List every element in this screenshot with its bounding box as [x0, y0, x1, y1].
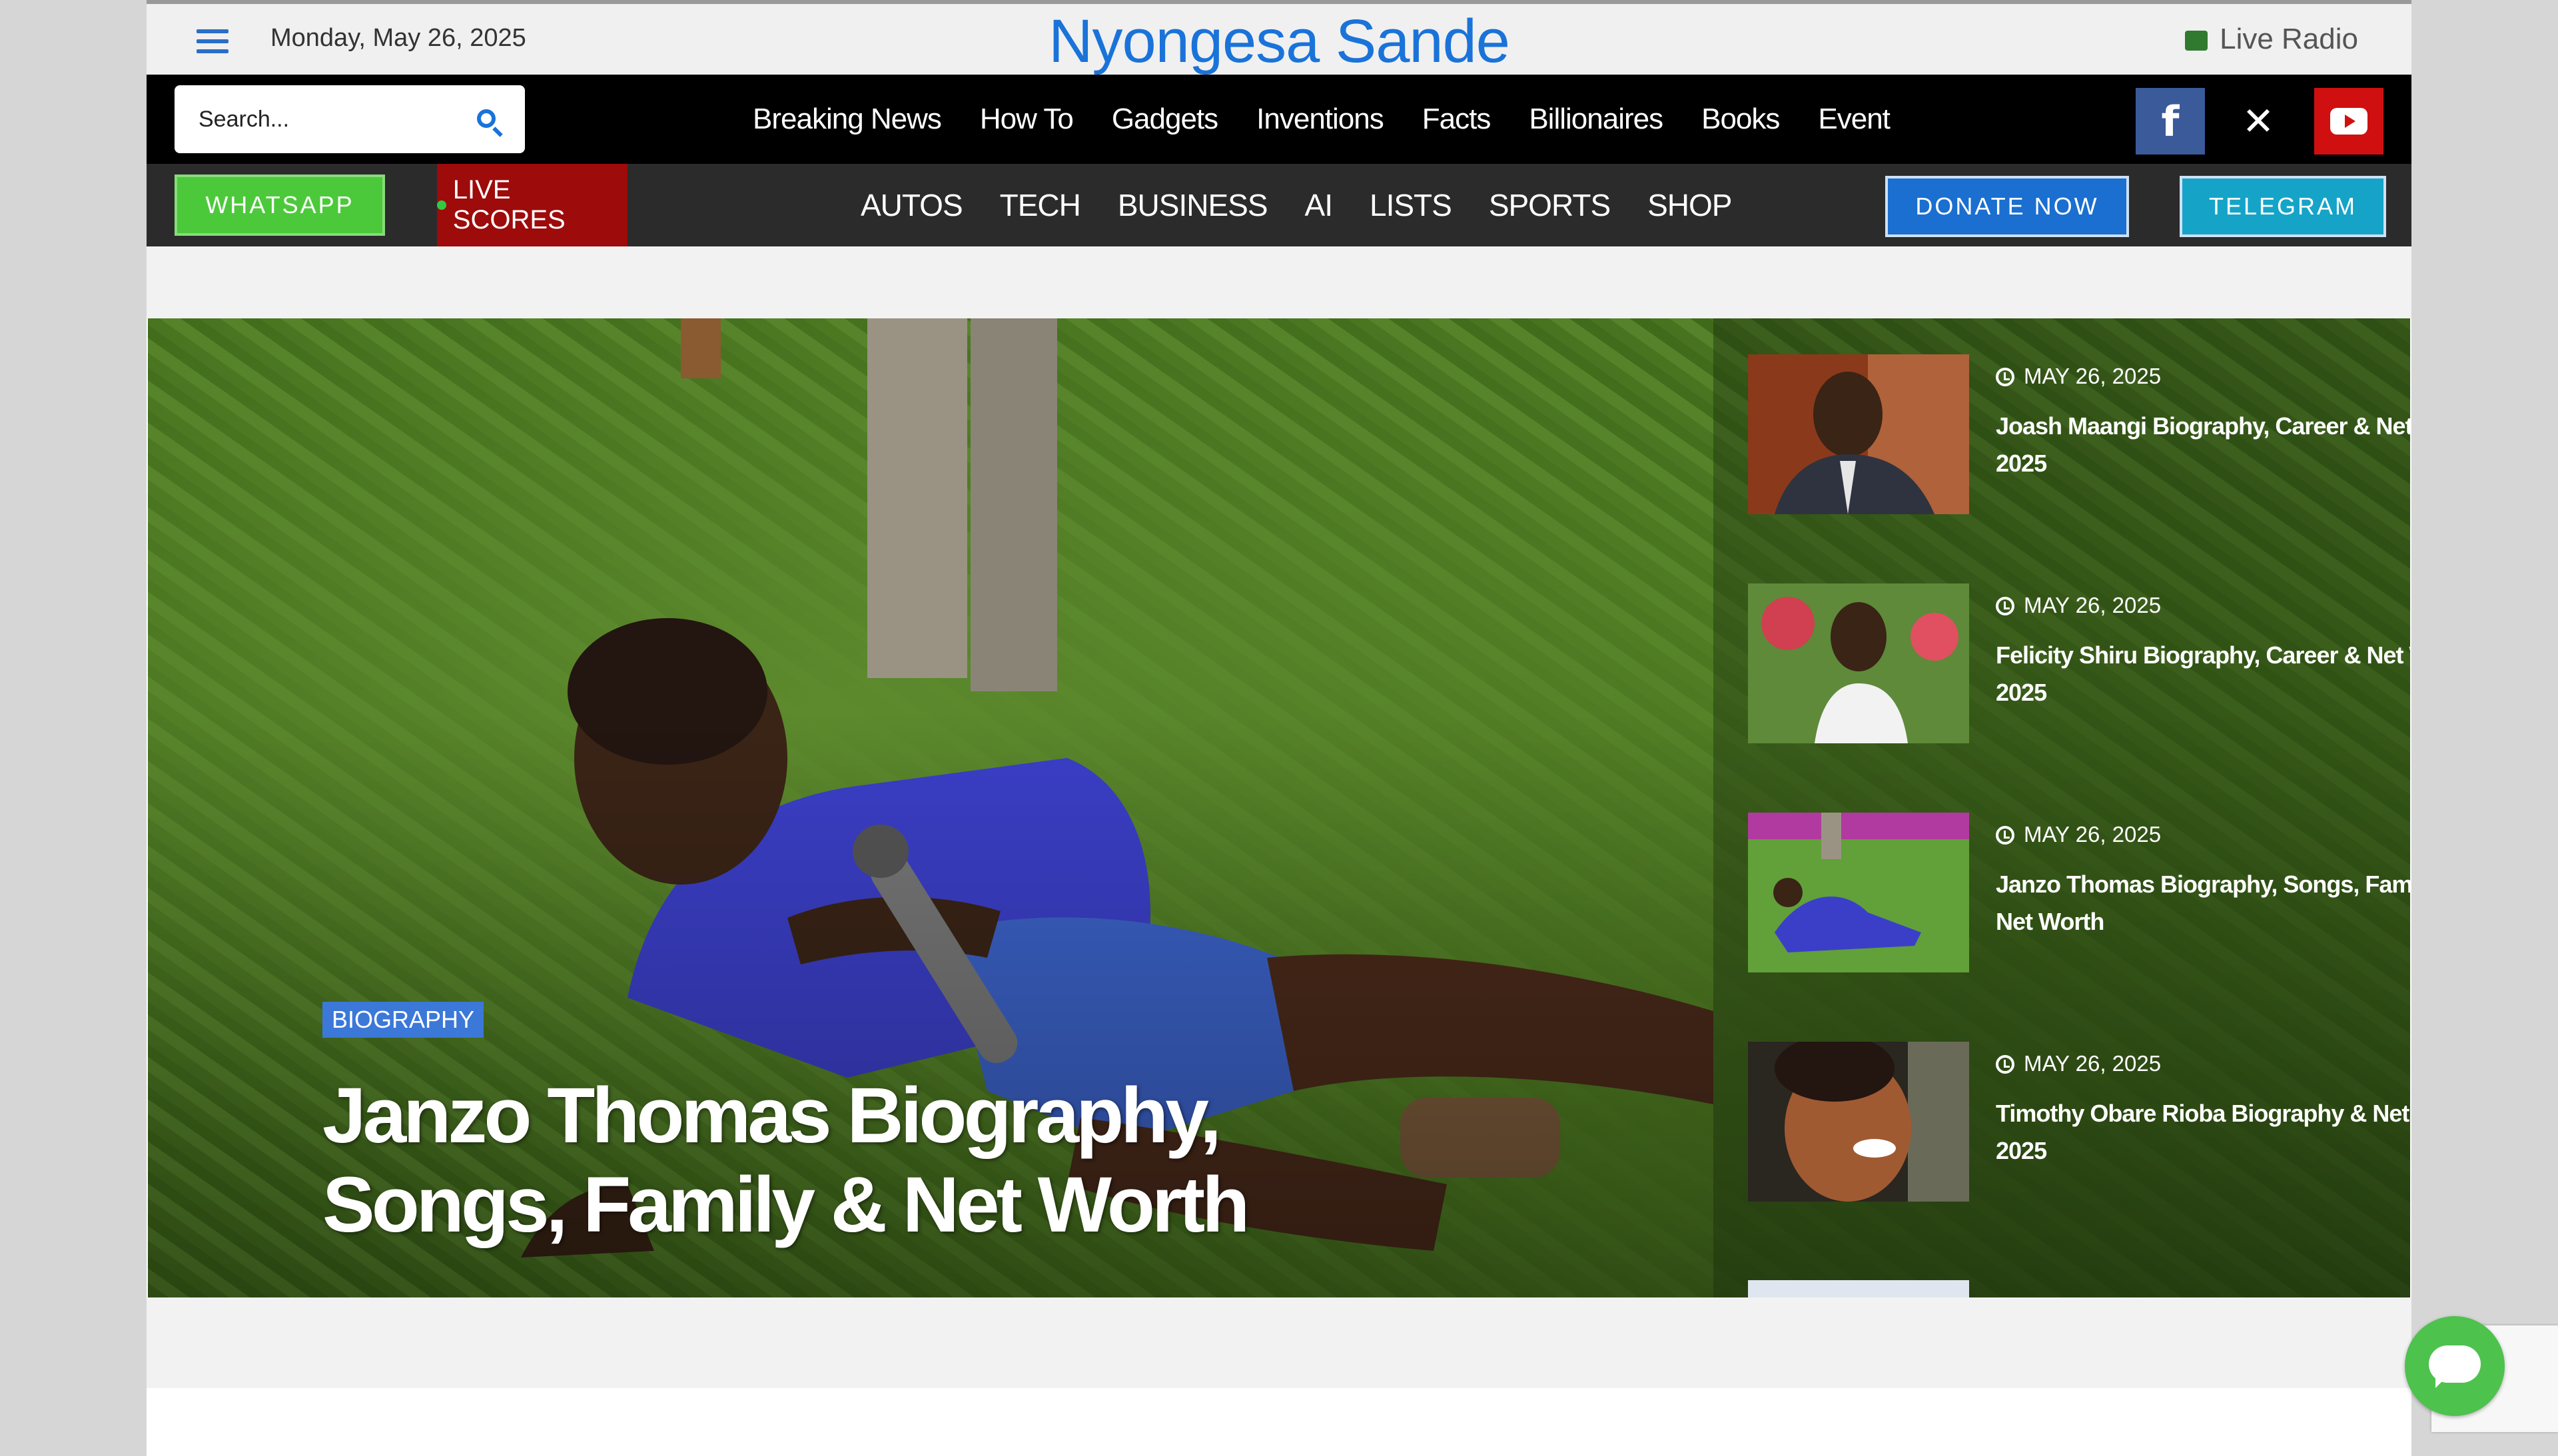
post-title[interactable]: Felicity Shiru Biography, Career & Net W…	[1996, 637, 2410, 711]
post-date: MAY 26, 2025	[1996, 364, 2161, 389]
x-icon[interactable]: ✕	[2224, 88, 2293, 155]
search-box	[175, 85, 525, 153]
nav-link-inventions[interactable]: Inventions	[1256, 103, 1384, 136]
search-icon[interactable]	[477, 109, 496, 128]
content-strip	[147, 1297, 2411, 1388]
nav-link-lists[interactable]: LISTS	[1370, 187, 1452, 223]
clock-icon	[1996, 368, 2014, 386]
nav-link-books[interactable]: Books	[1701, 103, 1780, 136]
hero-featured-post[interactable]: BIOGRAPHY Janzo Thomas Biography, Songs,…	[148, 318, 2410, 1297]
live-radio-label: Live Radio	[2220, 23, 2358, 55]
telegram-button[interactable]: TELEGRAM	[2180, 176, 2386, 237]
sidebar-post[interactable]: MAY 26, 2025 Janzo Thomas Biography, Son…	[1748, 813, 2410, 972]
post-thumbnail	[1748, 354, 1969, 514]
nav-link-autos[interactable]: AUTOS	[861, 187, 963, 223]
hero-title[interactable]: Janzo Thomas Biography, Songs, Family & …	[322, 1071, 1322, 1250]
clock-icon	[1996, 826, 2014, 845]
post-thumbnail	[1748, 1042, 1969, 1202]
secondary-navbar: WHATSAPP LIVE SCORES AUTOS TECH BUSINESS…	[147, 164, 2411, 246]
nav-link-business[interactable]: BUSINESS	[1118, 187, 1268, 223]
primary-navbar: Breaking News How To Gadgets Inventions …	[147, 75, 2411, 164]
nav-link-tech[interactable]: TECH	[1000, 187, 1081, 223]
search-input[interactable]	[197, 101, 453, 137]
nav-link-event[interactable]: Event	[1818, 103, 1891, 136]
post-title[interactable]: Joash Maangi Biography, Career & Net Wor…	[1996, 408, 2410, 482]
post-thumbnail	[1748, 583, 1969, 743]
post-thumbnail	[1748, 813, 1969, 972]
live-scores-label: LIVE SCORES	[452, 175, 566, 234]
sidebar-post[interactable]: MAY 26, 2025 Felicity Shiru Biography, C…	[1748, 583, 2410, 743]
nav-link-shop[interactable]: SHOP	[1647, 187, 1732, 223]
post-date: MAY 26, 2025	[1996, 822, 2161, 847]
post-date: MAY 26, 2025	[1996, 1051, 2161, 1076]
sidebar-post-partial[interactable]	[1748, 1280, 1969, 1297]
nav-link-breaking-news[interactable]: Breaking News	[753, 103, 942, 136]
post-title[interactable]: Janzo Thomas Biography, Songs, Family & …	[1996, 866, 2410, 940]
primary-nav-links: Breaking News How To Gadgets Inventions …	[753, 75, 1891, 164]
page: Monday, May 26, 2025 Nyongesa Sande Live…	[147, 0, 2411, 1456]
category-badge[interactable]: BIOGRAPHY	[322, 1002, 484, 1038]
site-logo[interactable]: Nyongesa Sande	[147, 7, 2411, 77]
top-bar: Monday, May 26, 2025 Nyongesa Sande Live…	[147, 0, 2411, 75]
sidebar-post[interactable]: MAY 26, 2025 Joash Maangi Biography, Car…	[1748, 354, 2410, 514]
live-radio-link[interactable]: Live Radio	[2185, 23, 2358, 56]
recent-posts-sidebar: MAY 26, 2025 Joash Maangi Biography, Car…	[1713, 318, 2410, 1297]
radio-icon	[2185, 31, 2208, 51]
youtube-icon[interactable]	[2314, 88, 2383, 155]
live-dot-icon	[437, 200, 446, 210]
whatsapp-button[interactable]: WHATSAPP	[175, 175, 385, 236]
donate-button[interactable]: DONATE NOW	[1885, 176, 2129, 237]
nav-link-billionaires[interactable]: Billionaires	[1529, 103, 1663, 136]
nav-link-how-to[interactable]: How To	[980, 103, 1074, 136]
facebook-icon[interactable]: f	[2136, 88, 2205, 155]
nav-link-facts[interactable]: Facts	[1422, 103, 1492, 136]
secondary-nav-links: AUTOS TECH BUSINESS AI LISTS SPORTS SHOP	[861, 164, 1733, 246]
post-title[interactable]: Timothy Obare Rioba Biography & Net Wort…	[1996, 1095, 2410, 1170]
live-scores-button[interactable]: LIVE SCORES	[437, 164, 628, 246]
clock-icon	[1996, 1055, 2014, 1074]
nav-link-sports[interactable]: SPORTS	[1489, 187, 1611, 223]
nav-link-ai[interactable]: AI	[1305, 187, 1333, 223]
ad-strip	[147, 246, 2411, 318]
chat-bubble-icon[interactable]	[2405, 1316, 2505, 1416]
clock-icon	[1996, 597, 2014, 615]
nav-link-gadgets[interactable]: Gadgets	[1112, 103, 1218, 136]
sidebar-post[interactable]: MAY 26, 2025 Timothy Obare Rioba Biograp…	[1748, 1042, 2410, 1202]
post-date: MAY 26, 2025	[1996, 593, 2161, 618]
